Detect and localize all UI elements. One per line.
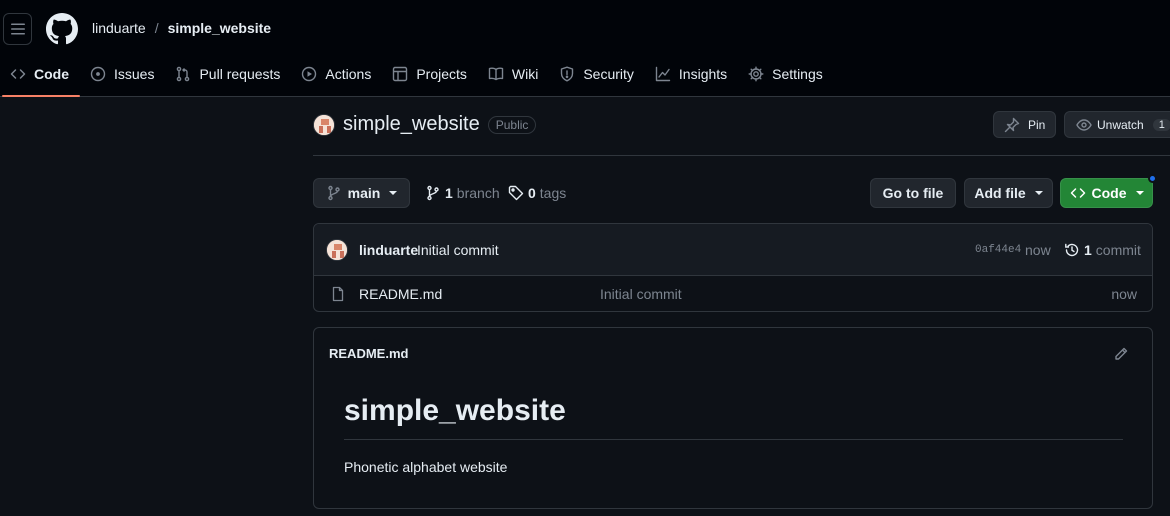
file-commit-message[interactable]: Initial commit — [600, 286, 682, 302]
tab-actions[interactable]: Actions — [291, 60, 382, 88]
branches-link[interactable]: 1 branch — [425, 185, 500, 201]
shield-icon — [561, 66, 574, 82]
breadcrumb-separator: / — [154, 20, 159, 36]
commit-time: now — [1025, 242, 1051, 258]
visibility-badge: Public — [487, 115, 537, 134]
go-to-file-label: Go to file — [882, 185, 944, 201]
code-icon — [1070, 188, 1085, 198]
tab-label: Projects — [416, 66, 467, 82]
tab-label: Security — [583, 66, 634, 82]
menu-button[interactable] — [3, 13, 32, 45]
edit-readme-button[interactable] — [1113, 346, 1129, 362]
file-browser: linduarte Initial commit 0af44e4 now 1 c… — [313, 223, 1153, 312]
book-icon — [488, 67, 504, 81]
history-icon — [1065, 243, 1079, 257]
go-to-file-button[interactable]: Go to file — [870, 178, 956, 208]
readme-paragraph: Phonetic alphabet website — [344, 459, 508, 475]
tab-label: Insights — [678, 66, 728, 82]
repo-title: simple_website Public — [313, 113, 537, 136]
tab-code[interactable]: Code — [0, 60, 80, 97]
pin-button[interactable]: Pin — [993, 111, 1056, 138]
pin-label: Pin — [1028, 117, 1046, 132]
readme-heading: simple_website — [344, 394, 566, 427]
branch-select-button[interactable]: main — [313, 178, 410, 208]
readme-title[interactable]: README.md — [329, 346, 408, 361]
commit-author[interactable]: linduarte — [359, 242, 418, 258]
code-icon — [10, 69, 26, 79]
tag-count: 0 — [528, 185, 536, 201]
pencil-icon — [1115, 347, 1128, 360]
tab-security[interactable]: Security — [549, 60, 645, 88]
branch-count: 1 — [445, 185, 453, 201]
tab-label: Actions — [325, 66, 372, 82]
chevron-down-icon — [1135, 191, 1144, 195]
branch-word: branch — [456, 185, 500, 201]
code-button[interactable]: Code — [1060, 174, 1157, 208]
file-name[interactable]: README.md — [359, 286, 442, 302]
app-header: linduarte / simple_website Code Issues P… — [0, 0, 1170, 97]
tag-icon — [508, 185, 524, 201]
tab-label: Issues — [114, 66, 155, 82]
tab-projects[interactable]: Projects — [382, 60, 478, 88]
add-file-label: Add file — [974, 185, 1026, 201]
github-logo-icon[interactable] — [46, 13, 78, 45]
tab-label: Code — [34, 66, 69, 82]
commit-count: 1 — [1084, 242, 1092, 258]
pin-icon — [1004, 117, 1020, 132]
graph-icon — [655, 66, 671, 82]
code-label: Code — [1091, 185, 1127, 201]
tag-word: tags — [539, 185, 567, 201]
tab-label: Wiki — [511, 66, 539, 82]
file-row[interactable]: README.md Initial commit now — [314, 276, 1152, 311]
unwatch-button[interactable]: Unwatch 1 — [1064, 111, 1170, 138]
tab-insights[interactable]: Insights — [645, 60, 738, 88]
file-time: now — [1111, 286, 1137, 302]
tab-issues[interactable]: Issues — [80, 60, 165, 88]
tab-wiki[interactable]: Wiki — [478, 60, 549, 88]
readme-heading-rule — [344, 439, 1123, 440]
issue-icon — [90, 66, 106, 82]
owner-avatar[interactable] — [313, 113, 335, 136]
breadcrumb: linduarte / simple_website — [92, 20, 271, 36]
branch-icon — [427, 185, 439, 201]
chevron-down-icon — [389, 191, 398, 195]
tab-label: Pull requests — [199, 66, 281, 82]
commit-word: commit — [1095, 242, 1141, 258]
title-divider — [313, 155, 1170, 156]
table-icon — [393, 66, 408, 82]
watch-count: 1 — [1152, 118, 1170, 131]
repo-name[interactable]: simple_website — [343, 113, 480, 136]
add-file-button[interactable]: Add file — [964, 178, 1053, 208]
eye-icon — [1076, 118, 1092, 131]
tab-label: Settings — [772, 66, 823, 82]
breadcrumb-owner-link[interactable]: linduarte — [92, 20, 146, 36]
branch-name: main — [347, 185, 381, 201]
play-icon — [302, 66, 317, 82]
tab-settings[interactable]: Settings — [738, 60, 834, 88]
commit-message[interactable]: Initial commit — [417, 242, 499, 258]
chevron-down-icon — [1034, 191, 1043, 195]
gear-icon — [748, 66, 764, 82]
file-icon — [332, 286, 344, 302]
branch-icon — [327, 185, 340, 201]
commit-sha[interactable]: 0af44e4 — [975, 244, 1021, 256]
unwatch-label: Unwatch — [1097, 117, 1144, 132]
repo-nav: Code Issues Pull requests Actions Projec… — [0, 60, 834, 97]
commit-author-avatar[interactable] — [326, 239, 348, 261]
readme-panel: README.md simple_website Phonetic alphab… — [313, 327, 1153, 509]
hamburger-icon — [10, 23, 25, 35]
tags-link[interactable]: 0 tags — [508, 185, 566, 201]
tab-pull-requests[interactable]: Pull requests — [165, 60, 291, 88]
latest-commit-bar: linduarte Initial commit 0af44e4 now 1 c… — [314, 224, 1152, 276]
notification-dot — [1148, 174, 1157, 183]
breadcrumb-repo-link[interactable]: simple_website — [168, 20, 272, 36]
commit-history-link[interactable]: 1 commit — [1064, 242, 1141, 258]
pull-request-icon — [177, 66, 190, 82]
